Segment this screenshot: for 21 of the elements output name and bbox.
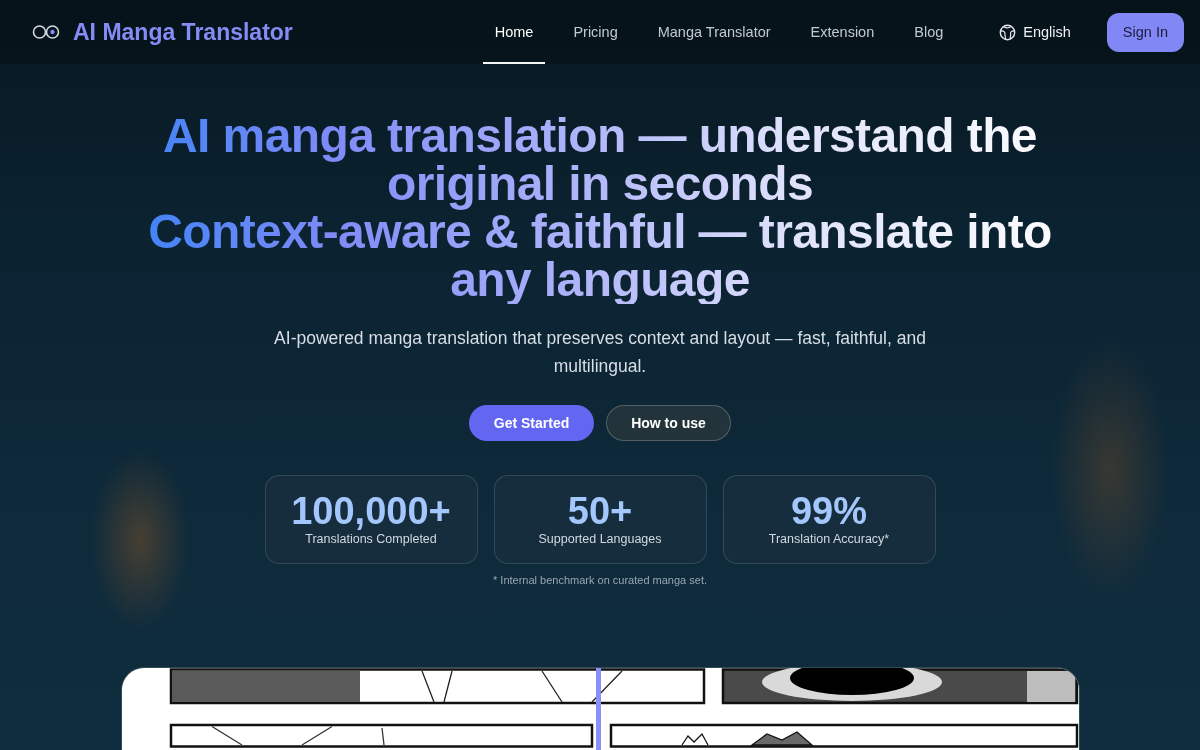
brand-link[interactable]: AI Manga Translator: [32, 18, 293, 46]
stat-label: Translation Accuracy*: [768, 531, 890, 548]
language-button[interactable]: English: [999, 23, 1071, 41]
nav-link[interactable]: Blog: [902, 0, 956, 64]
nav-link[interactable]: Home: [482, 0, 546, 64]
stat-label: Translations Completed: [305, 531, 437, 548]
footnote-text: * Internal benchmark on curated manga set.: [493, 573, 707, 588]
stat-value: 100,000+: [291, 491, 451, 531]
get-started-button[interactable]: Get Started: [469, 405, 594, 441]
how-to-use-button[interactable]: How to use: [606, 405, 731, 441]
nav-link[interactable]: Manga Translator: [645, 0, 783, 64]
stat-label: Supported Languages: [538, 531, 662, 548]
nav-link[interactable]: Pricing: [561, 0, 630, 64]
nav-link[interactable]: Extension: [798, 0, 887, 64]
sign-in-button[interactable]: Sign In: [1106, 12, 1184, 52]
stat-value: 50+: [567, 491, 633, 531]
stat-value: 99%: [790, 491, 868, 531]
globe-icon: [999, 23, 1017, 41]
hero-subtitle: AI-powered manga translation that preserves context and layout — fast, faithful, and multilingual.: [273, 327, 927, 378]
comparison-slider-handle[interactable]: [596, 668, 602, 750]
logo-icon: [32, 24, 60, 40]
